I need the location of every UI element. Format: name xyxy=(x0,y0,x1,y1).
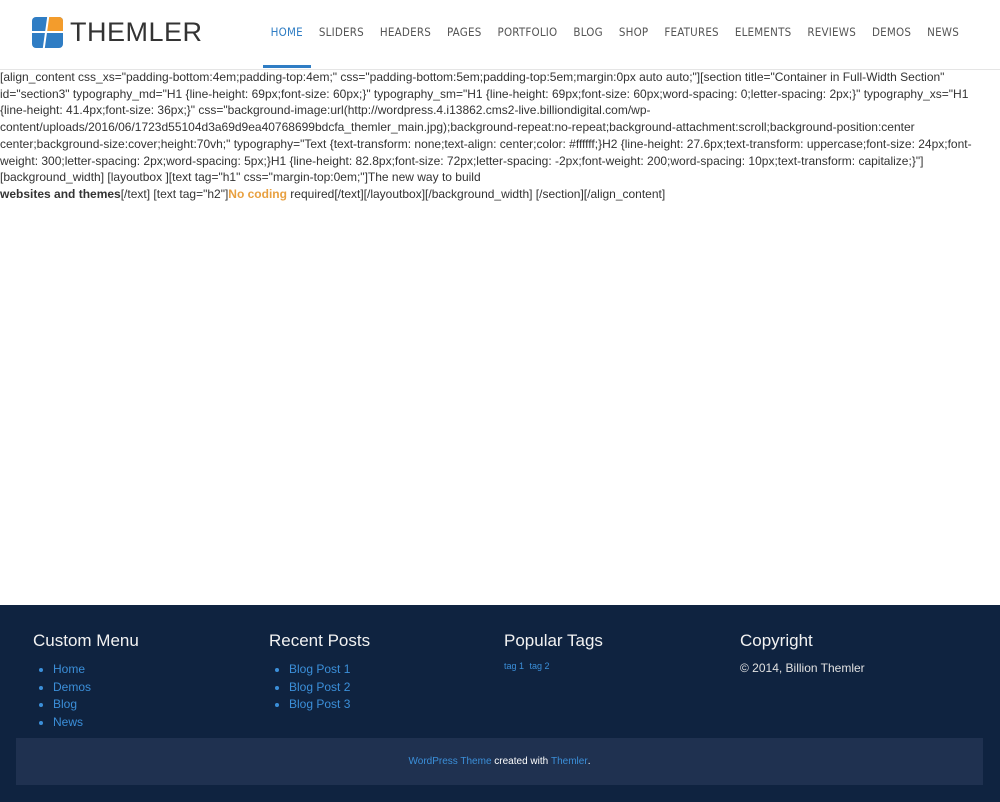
post-link-2[interactable]: Blog Post 2 xyxy=(289,680,350,694)
menu-link-home[interactable]: Home xyxy=(53,662,85,676)
highlight-text: No coding xyxy=(228,186,287,201)
nav-item-headers[interactable]: HEADERS xyxy=(372,0,439,64)
list-item: Blog Post 3 xyxy=(289,696,499,714)
recent-posts-widget: Recent Posts Blog Post 1 Blog Post 2 Blo… xyxy=(269,631,499,714)
nav-item-features[interactable]: FEATURES xyxy=(656,0,726,64)
list-item: Blog Post 2 xyxy=(289,679,499,697)
copyright-title: Copyright xyxy=(740,631,813,650)
shortcode-text: [align_content css_xs="padding-bottom:4e… xyxy=(0,70,972,185)
list-item: News xyxy=(53,714,263,732)
nav-item-elements[interactable]: ELEMENTS xyxy=(727,0,800,64)
copyright-text: © 2014, Billion Themler xyxy=(740,661,865,675)
menu-link-news[interactable]: News xyxy=(53,715,83,729)
recent-posts-list: Blog Post 1 Blog Post 2 Blog Post 3 xyxy=(269,661,499,714)
popular-tags-title: Popular Tags xyxy=(504,631,603,650)
created-with-text: created with xyxy=(491,756,551,767)
list-item: Home xyxy=(53,661,263,679)
site-footer: Custom Menu Home Demos Blog News Recent … xyxy=(0,605,1000,802)
nav-item-news[interactable]: NEWS xyxy=(919,0,967,64)
logo-text: THEMLER xyxy=(70,16,203,47)
shortcode-tail-text: required[/text][/layoutbox][/background_… xyxy=(286,186,666,201)
bold-heading-text: websites and themes xyxy=(0,186,121,201)
list-item: Demos xyxy=(53,679,263,697)
menu-link-blog[interactable]: Blog xyxy=(53,697,77,711)
nav-item-reviews[interactable]: REVIEWS xyxy=(799,0,864,64)
copyright-widget: Copyright © 2014, Billion Themler xyxy=(740,631,970,675)
themler-logo-icon xyxy=(32,16,63,48)
tag-link-2[interactable]: tag 2 xyxy=(530,661,550,671)
recent-posts-title: Recent Posts xyxy=(269,631,371,650)
post-link-1[interactable]: Blog Post 1 xyxy=(289,662,350,676)
custom-menu-widget: Custom Menu Home Demos Blog News xyxy=(33,631,263,731)
list-item: Blog xyxy=(53,696,263,714)
period-text: . xyxy=(587,756,591,767)
list-item: Blog Post 1 xyxy=(289,661,499,679)
popular-tags-widget: Popular Tags tag 1 tag 2 xyxy=(504,631,734,671)
tag-cloud: tag 1 tag 2 xyxy=(504,661,734,671)
footer-bottom-bar: WordPress Theme created with Themler . xyxy=(16,738,983,785)
nav-item-shop[interactable]: SHOP xyxy=(611,0,657,64)
site-logo[interactable]: THEMLER xyxy=(32,16,203,48)
menu-link-demos[interactable]: Demos xyxy=(53,680,91,694)
nav-item-portfolio[interactable]: PORTFOLIO xyxy=(490,0,566,64)
nav-item-sliders[interactable]: SLIDERS xyxy=(311,0,372,64)
wordpress-theme-link[interactable]: WordPress Theme xyxy=(409,756,492,767)
nav-item-demos[interactable]: DEMOS xyxy=(864,0,919,64)
nav-item-pages[interactable]: PAGES xyxy=(439,0,490,64)
main-nav: HOME SLIDERS HEADERS PAGES PORTFOLIO BLO… xyxy=(262,0,967,70)
custom-menu-list: Home Demos Blog News xyxy=(33,661,263,731)
shortcode-mid-text: [/text] [text tag="h2"] xyxy=(120,186,229,201)
nav-item-blog[interactable]: BLOG xyxy=(565,0,610,64)
shortcode-content: [align_content css_xs="padding-bottom:4e… xyxy=(0,69,996,203)
post-link-3[interactable]: Blog Post 3 xyxy=(289,697,350,711)
site-header: THEMLER HOME SLIDERS HEADERS PAGES PORTF… xyxy=(0,0,1000,70)
nav-item-home[interactable]: HOME xyxy=(262,0,312,68)
custom-menu-title: Custom Menu xyxy=(33,631,139,650)
tag-link-1[interactable]: tag 1 xyxy=(504,661,524,671)
themler-link[interactable]: Themler xyxy=(551,756,588,767)
